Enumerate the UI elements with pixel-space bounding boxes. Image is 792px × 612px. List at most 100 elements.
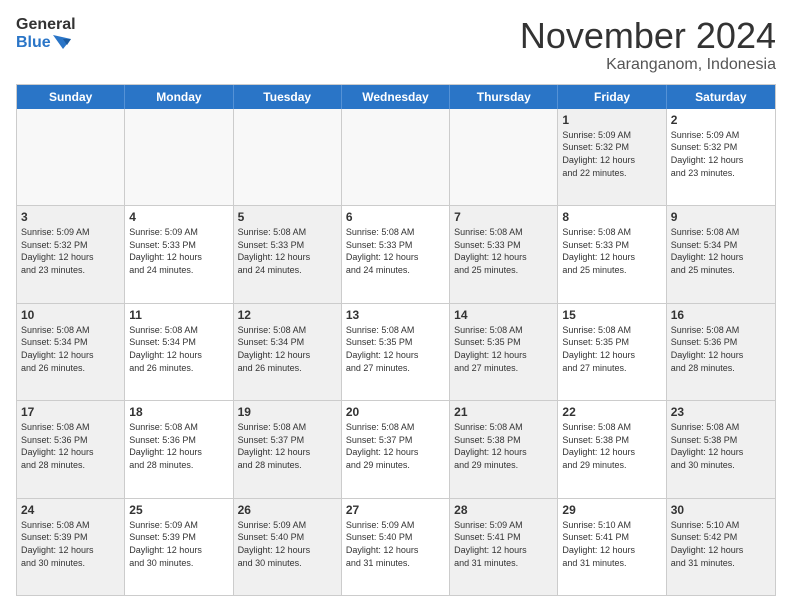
day-header-sunday: Sunday xyxy=(17,85,125,109)
day-number: 16 xyxy=(671,307,771,323)
cell-info: Sunrise: 5:08 AM Sunset: 5:33 PM Dayligh… xyxy=(562,226,661,276)
calendar-week-0: 1Sunrise: 5:09 AM Sunset: 5:32 PM Daylig… xyxy=(17,109,775,206)
day-number: 15 xyxy=(562,307,661,323)
day-number: 21 xyxy=(454,404,553,420)
day-header-thursday: Thursday xyxy=(450,85,558,109)
calendar-header: SundayMondayTuesdayWednesdayThursdayFrid… xyxy=(17,85,775,109)
day-number: 30 xyxy=(671,502,771,518)
cell-info: Sunrise: 5:09 AM Sunset: 5:33 PM Dayligh… xyxy=(129,226,228,276)
cell-info: Sunrise: 5:08 AM Sunset: 5:33 PM Dayligh… xyxy=(238,226,337,276)
day-number: 17 xyxy=(21,404,120,420)
day-number: 1 xyxy=(562,112,661,128)
calendar-week-2: 10Sunrise: 5:08 AM Sunset: 5:34 PM Dayli… xyxy=(17,304,775,401)
calendar-cell-11: 11Sunrise: 5:08 AM Sunset: 5:34 PM Dayli… xyxy=(125,304,233,400)
cell-info: Sunrise: 5:08 AM Sunset: 5:35 PM Dayligh… xyxy=(454,324,553,374)
calendar-cell-30: 30Sunrise: 5:10 AM Sunset: 5:42 PM Dayli… xyxy=(667,499,775,595)
cell-info: Sunrise: 5:08 AM Sunset: 5:34 PM Dayligh… xyxy=(21,324,120,374)
cell-info: Sunrise: 5:09 AM Sunset: 5:40 PM Dayligh… xyxy=(346,519,445,569)
calendar-cell-empty-0 xyxy=(17,109,125,205)
location: Karanganom, Indonesia xyxy=(520,56,776,74)
cell-info: Sunrise: 5:08 AM Sunset: 5:35 PM Dayligh… xyxy=(562,324,661,374)
cell-info: Sunrise: 5:08 AM Sunset: 5:36 PM Dayligh… xyxy=(21,421,120,471)
day-number: 9 xyxy=(671,209,771,225)
day-number: 2 xyxy=(671,112,771,128)
month-title: November 2024 xyxy=(520,16,776,56)
day-number: 12 xyxy=(238,307,337,323)
calendar-cell-empty-2 xyxy=(234,109,342,205)
calendar-cell-27: 27Sunrise: 5:09 AM Sunset: 5:40 PM Dayli… xyxy=(342,499,450,595)
calendar-cell-22: 22Sunrise: 5:08 AM Sunset: 5:38 PM Dayli… xyxy=(558,401,666,497)
cell-info: Sunrise: 5:08 AM Sunset: 5:34 PM Dayligh… xyxy=(238,324,337,374)
calendar-cell-1: 1Sunrise: 5:09 AM Sunset: 5:32 PM Daylig… xyxy=(558,109,666,205)
calendar-cell-3: 3Sunrise: 5:09 AM Sunset: 5:32 PM Daylig… xyxy=(17,206,125,302)
calendar-cell-empty-1 xyxy=(125,109,233,205)
cell-info: Sunrise: 5:08 AM Sunset: 5:39 PM Dayligh… xyxy=(21,519,120,569)
cell-info: Sunrise: 5:08 AM Sunset: 5:33 PM Dayligh… xyxy=(454,226,553,276)
calendar-cell-19: 19Sunrise: 5:08 AM Sunset: 5:37 PM Dayli… xyxy=(234,401,342,497)
cell-info: Sunrise: 5:08 AM Sunset: 5:34 PM Dayligh… xyxy=(671,226,771,276)
logo: General Blue xyxy=(16,16,76,51)
logo-text: General Blue xyxy=(16,16,76,51)
cell-info: Sunrise: 5:08 AM Sunset: 5:35 PM Dayligh… xyxy=(346,324,445,374)
calendar-week-1: 3Sunrise: 5:09 AM Sunset: 5:32 PM Daylig… xyxy=(17,206,775,303)
calendar-cell-25: 25Sunrise: 5:09 AM Sunset: 5:39 PM Dayli… xyxy=(125,499,233,595)
day-header-saturday: Saturday xyxy=(667,85,775,109)
day-number: 25 xyxy=(129,502,228,518)
calendar-cell-5: 5Sunrise: 5:08 AM Sunset: 5:33 PM Daylig… xyxy=(234,206,342,302)
calendar-cell-29: 29Sunrise: 5:10 AM Sunset: 5:41 PM Dayli… xyxy=(558,499,666,595)
day-number: 3 xyxy=(21,209,120,225)
day-number: 18 xyxy=(129,404,228,420)
day-header-tuesday: Tuesday xyxy=(234,85,342,109)
header: General Blue November 2024 Karanganom, I… xyxy=(16,16,776,74)
calendar-cell-empty-4 xyxy=(450,109,558,205)
cell-info: Sunrise: 5:08 AM Sunset: 5:38 PM Dayligh… xyxy=(562,421,661,471)
calendar-cell-8: 8Sunrise: 5:08 AM Sunset: 5:33 PM Daylig… xyxy=(558,206,666,302)
day-header-wednesday: Wednesday xyxy=(342,85,450,109)
cell-info: Sunrise: 5:10 AM Sunset: 5:41 PM Dayligh… xyxy=(562,519,661,569)
day-number: 8 xyxy=(562,209,661,225)
calendar-cell-17: 17Sunrise: 5:08 AM Sunset: 5:36 PM Dayli… xyxy=(17,401,125,497)
calendar-cell-2: 2Sunrise: 5:09 AM Sunset: 5:32 PM Daylig… xyxy=(667,109,775,205)
day-number: 29 xyxy=(562,502,661,518)
calendar-cell-18: 18Sunrise: 5:08 AM Sunset: 5:36 PM Dayli… xyxy=(125,401,233,497)
day-number: 20 xyxy=(346,404,445,420)
logo-bird-icon xyxy=(53,35,71,49)
calendar-body: 1Sunrise: 5:09 AM Sunset: 5:32 PM Daylig… xyxy=(17,109,775,595)
calendar-cell-10: 10Sunrise: 5:08 AM Sunset: 5:34 PM Dayli… xyxy=(17,304,125,400)
day-header-friday: Friday xyxy=(558,85,666,109)
day-number: 27 xyxy=(346,502,445,518)
day-number: 24 xyxy=(21,502,120,518)
calendar-week-4: 24Sunrise: 5:08 AM Sunset: 5:39 PM Dayli… xyxy=(17,499,775,595)
calendar-cell-26: 26Sunrise: 5:09 AM Sunset: 5:40 PM Dayli… xyxy=(234,499,342,595)
day-number: 19 xyxy=(238,404,337,420)
cell-info: Sunrise: 5:08 AM Sunset: 5:37 PM Dayligh… xyxy=(238,421,337,471)
day-number: 11 xyxy=(129,307,228,323)
calendar-cell-20: 20Sunrise: 5:08 AM Sunset: 5:37 PM Dayli… xyxy=(342,401,450,497)
cell-info: Sunrise: 5:09 AM Sunset: 5:32 PM Dayligh… xyxy=(671,129,771,179)
calendar-cell-24: 24Sunrise: 5:08 AM Sunset: 5:39 PM Dayli… xyxy=(17,499,125,595)
day-number: 23 xyxy=(671,404,771,420)
calendar-cell-21: 21Sunrise: 5:08 AM Sunset: 5:38 PM Dayli… xyxy=(450,401,558,497)
calendar-cell-16: 16Sunrise: 5:08 AM Sunset: 5:36 PM Dayli… xyxy=(667,304,775,400)
calendar-week-3: 17Sunrise: 5:08 AM Sunset: 5:36 PM Dayli… xyxy=(17,401,775,498)
calendar-cell-13: 13Sunrise: 5:08 AM Sunset: 5:35 PM Dayli… xyxy=(342,304,450,400)
calendar-cell-12: 12Sunrise: 5:08 AM Sunset: 5:34 PM Dayli… xyxy=(234,304,342,400)
calendar-cell-9: 9Sunrise: 5:08 AM Sunset: 5:34 PM Daylig… xyxy=(667,206,775,302)
cell-info: Sunrise: 5:10 AM Sunset: 5:42 PM Dayligh… xyxy=(671,519,771,569)
day-number: 14 xyxy=(454,307,553,323)
calendar-cell-23: 23Sunrise: 5:08 AM Sunset: 5:38 PM Dayli… xyxy=(667,401,775,497)
calendar-cell-15: 15Sunrise: 5:08 AM Sunset: 5:35 PM Dayli… xyxy=(558,304,666,400)
cell-info: Sunrise: 5:09 AM Sunset: 5:41 PM Dayligh… xyxy=(454,519,553,569)
calendar-cell-28: 28Sunrise: 5:09 AM Sunset: 5:41 PM Dayli… xyxy=(450,499,558,595)
day-number: 6 xyxy=(346,209,445,225)
day-number: 4 xyxy=(129,209,228,225)
cell-info: Sunrise: 5:09 AM Sunset: 5:40 PM Dayligh… xyxy=(238,519,337,569)
cell-info: Sunrise: 5:08 AM Sunset: 5:33 PM Dayligh… xyxy=(346,226,445,276)
calendar-cell-7: 7Sunrise: 5:08 AM Sunset: 5:33 PM Daylig… xyxy=(450,206,558,302)
cell-info: Sunrise: 5:08 AM Sunset: 5:37 PM Dayligh… xyxy=(346,421,445,471)
cell-info: Sunrise: 5:08 AM Sunset: 5:36 PM Dayligh… xyxy=(671,324,771,374)
cell-info: Sunrise: 5:09 AM Sunset: 5:32 PM Dayligh… xyxy=(21,226,120,276)
calendar-cell-empty-3 xyxy=(342,109,450,205)
cell-info: Sunrise: 5:09 AM Sunset: 5:32 PM Dayligh… xyxy=(562,129,661,179)
calendar-cell-6: 6Sunrise: 5:08 AM Sunset: 5:33 PM Daylig… xyxy=(342,206,450,302)
